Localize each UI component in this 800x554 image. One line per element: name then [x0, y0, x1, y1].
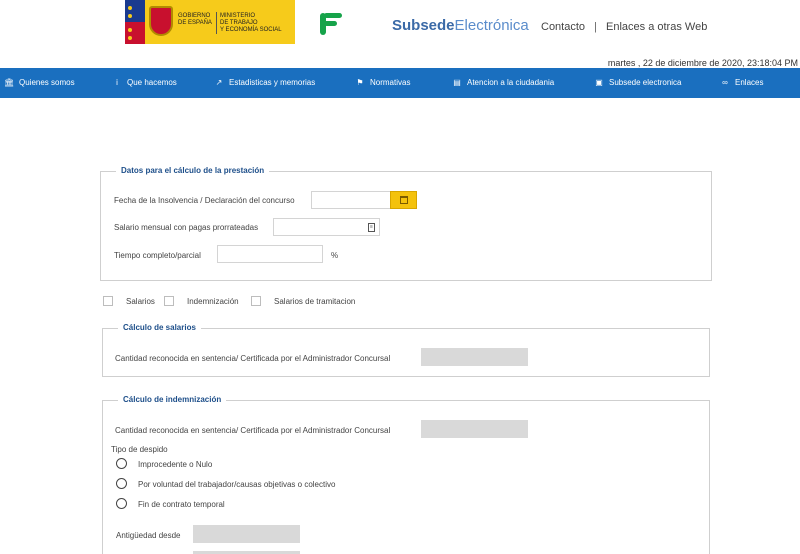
fecha-input[interactable]: [311, 191, 391, 209]
indemnizacion-checkbox[interactable]: [164, 296, 174, 306]
indemnizacion-fieldset: Cálculo de indemnización Cantidad recono…: [102, 395, 710, 554]
calendar-button[interactable]: [390, 191, 417, 209]
government-logo[interactable]: GOBIERNO DE ESPAÑA MINISTERIO DE TRABAJO…: [125, 0, 363, 44]
link-separator: |: [594, 21, 597, 33]
top-links: Contacto | Enlaces a otras Web: [541, 21, 707, 33]
gov-text-right: MINISTERIO DE TRABAJO Y ECONOMÍA SOCIAL: [220, 13, 282, 33]
eu-flag-icon: [125, 0, 145, 44]
link-icon: ∞: [722, 78, 728, 87]
temporal-label: Fin de contrato temporal: [138, 500, 225, 509]
pin-icon: ⚑: [356, 78, 364, 87]
nav-item-atencion[interactable]: ▤ Atencion a la ciudadania: [452, 68, 554, 98]
tiempo-input[interactable]: [217, 245, 323, 263]
nav-item-normativas[interactable]: ⚑ Normativas: [355, 68, 410, 98]
salarios-cantidad-input[interactable]: [421, 348, 528, 366]
nav-item-quienes-somos[interactable]: 🏛︎ Quienes somos: [4, 68, 75, 98]
datos-fieldset: Datos para el cálculo de la prestación F…: [100, 166, 712, 281]
other-links-link[interactable]: Enlaces a otras Web: [606, 21, 707, 33]
indemnizacion-cantidad-input[interactable]: [421, 420, 528, 438]
nav-label: Subsede electronica: [609, 78, 682, 87]
stats-icon: ↗: [215, 78, 223, 87]
gov-text-left: GOBIERNO DE ESPAÑA: [178, 13, 212, 26]
tipo-despido-label: Tipo de despido: [111, 445, 168, 454]
improcedente-radio[interactable]: [116, 458, 127, 469]
tiempo-label: Tiempo completo/parcial: [114, 251, 201, 260]
voluntad-radio[interactable]: [116, 478, 127, 489]
fogasa-logo-box: [295, 0, 363, 44]
nav-item-que-hacemos[interactable]: i Que hacemos: [112, 68, 177, 98]
nav-label: Quienes somos: [19, 78, 75, 87]
indemnizacion-legend: Cálculo de indemnización: [118, 395, 227, 404]
contact-link[interactable]: Contacto: [541, 21, 585, 33]
brand-part2: Electrónica: [454, 17, 529, 34]
nav-label: Que hacemos: [127, 78, 177, 87]
info-icon: i: [116, 78, 118, 87]
antiguedad-label: Antigüedad desde: [116, 531, 181, 540]
nav-label: Normativas: [370, 78, 411, 87]
indemnizacion-cantidad-label: Cantidad reconocida en sentencia/ Certif…: [115, 426, 391, 435]
nav-item-estadisticas[interactable]: ↗ Estadisticas y memorias: [214, 68, 316, 98]
monitor-icon: ▣: [595, 78, 603, 87]
nav-item-subsede[interactable]: ▣ Subsede electronica: [594, 68, 682, 98]
brand-part1: Subsede: [392, 17, 455, 34]
salarios-cantidad-label: Cantidad reconocida en sentencia/ Certif…: [115, 354, 391, 363]
fogasa-logo-icon: [320, 13, 342, 35]
site-brand[interactable]: SubsedeElectrónica: [392, 17, 529, 34]
salarios-checkbox[interactable]: [103, 296, 113, 306]
indemnizacion-check-label: Indemnización: [187, 297, 239, 306]
datetime: martes , 22 de diciembre de 2020, 23:18:…: [607, 58, 798, 68]
antiguedad-input[interactable]: [193, 525, 300, 543]
datos-legend: Datos para el cálculo de la prestación: [116, 166, 270, 175]
book-icon: ▤: [453, 78, 461, 87]
calendar-icon: [400, 196, 408, 204]
voluntad-label: Por voluntad del trabajador/causas objet…: [138, 480, 336, 489]
tramitacion-check-label: Salarios de tramitacion: [274, 297, 356, 306]
tramitacion-checkbox[interactable]: [251, 296, 261, 306]
fecha-label: Fecha de la Insolvencia / Declaración de…: [114, 196, 295, 205]
nav-label: Atencion a la ciudadania: [467, 78, 555, 87]
nav-item-enlaces[interactable]: ∞ Enlaces: [720, 68, 763, 98]
temporal-radio[interactable]: [116, 498, 127, 509]
calculator-icon: ≡: [368, 223, 375, 232]
institution-icon: 🏛︎: [4, 78, 15, 87]
salarios-fieldset: Cálculo de salarios Cantidad reconocida …: [102, 323, 710, 377]
percent-sign: %: [331, 251, 339, 260]
improcedente-label: Improcedente o Nulo: [138, 460, 213, 469]
coat-of-arms-icon: [149, 6, 173, 36]
salarios-check-label: Salarios: [126, 297, 155, 306]
nav-label: Estadisticas y memorias: [229, 78, 316, 87]
salarios-legend: Cálculo de salarios: [118, 323, 201, 332]
main-nav: 🏛︎ Quienes somos i Que hacemos ↗ Estadistic…: [0, 68, 800, 98]
nav-label: Enlaces: [735, 78, 764, 87]
page: GOBIERNO DE ESPAÑA MINISTERIO DE TRABAJO…: [0, 0, 800, 554]
salario-input[interactable]: ≡: [273, 218, 380, 236]
salario-label: Salario mensual con pagas prorrateadas: [114, 223, 259, 232]
logo-divider: [216, 12, 217, 34]
